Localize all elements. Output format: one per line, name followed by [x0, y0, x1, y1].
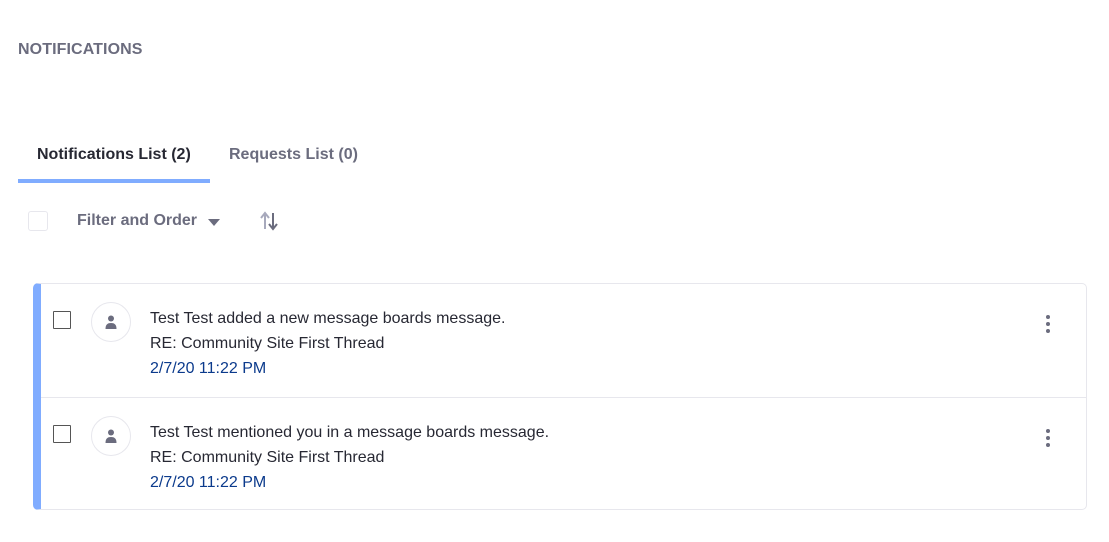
- management-toolbar: Filter and Order: [28, 209, 281, 233]
- notification-timestamp: 2/7/20 11:22 PM: [150, 360, 267, 377]
- tab-notifications-list[interactable]: Notifications List (2): [18, 137, 210, 183]
- tab-bar: Notifications List (2) Requests List (0): [18, 137, 377, 183]
- order-arrows-icon: [260, 211, 278, 231]
- avatar: [91, 416, 131, 456]
- caret-down-icon: [208, 218, 221, 226]
- item-actions-button[interactable]: [1038, 312, 1058, 336]
- tab-requests-list[interactable]: Requests List (0): [210, 137, 377, 183]
- notification-title[interactable]: Test Test added a new message boards mes…: [150, 306, 505, 331]
- notifications-list: Test Test added a new message boards mes…: [33, 283, 1087, 510]
- row-checkbox[interactable]: [53, 311, 71, 329]
- notification-item[interactable]: Test Test mentioned you in a message boa…: [41, 397, 1086, 510]
- item-actions-button[interactable]: [1038, 426, 1058, 450]
- row-checkbox[interactable]: [53, 425, 71, 443]
- sort-order-button[interactable]: [257, 209, 281, 233]
- filter-and-order-dropdown[interactable]: Filter and Order: [77, 212, 221, 230]
- avatar: [91, 302, 131, 342]
- user-icon: [105, 429, 117, 443]
- notification-subtitle: RE: Community Site First Thread: [150, 449, 385, 466]
- select-all-checkbox[interactable]: [28, 211, 48, 231]
- notification-subtitle: RE: Community Site First Thread: [150, 335, 385, 352]
- ellipsis-v-icon: [1046, 315, 1050, 319]
- notification-item[interactable]: Test Test added a new message boards mes…: [41, 284, 1086, 397]
- user-icon: [105, 315, 117, 329]
- ellipsis-v-icon: [1046, 429, 1050, 433]
- notification-timestamp: 2/7/20 11:22 PM: [150, 474, 267, 491]
- page-title: NOTIFICATIONS: [18, 41, 143, 58]
- filter-and-order-label: Filter and Order: [77, 212, 198, 229]
- notification-title[interactable]: Test Test mentioned you in a message boa…: [150, 420, 549, 445]
